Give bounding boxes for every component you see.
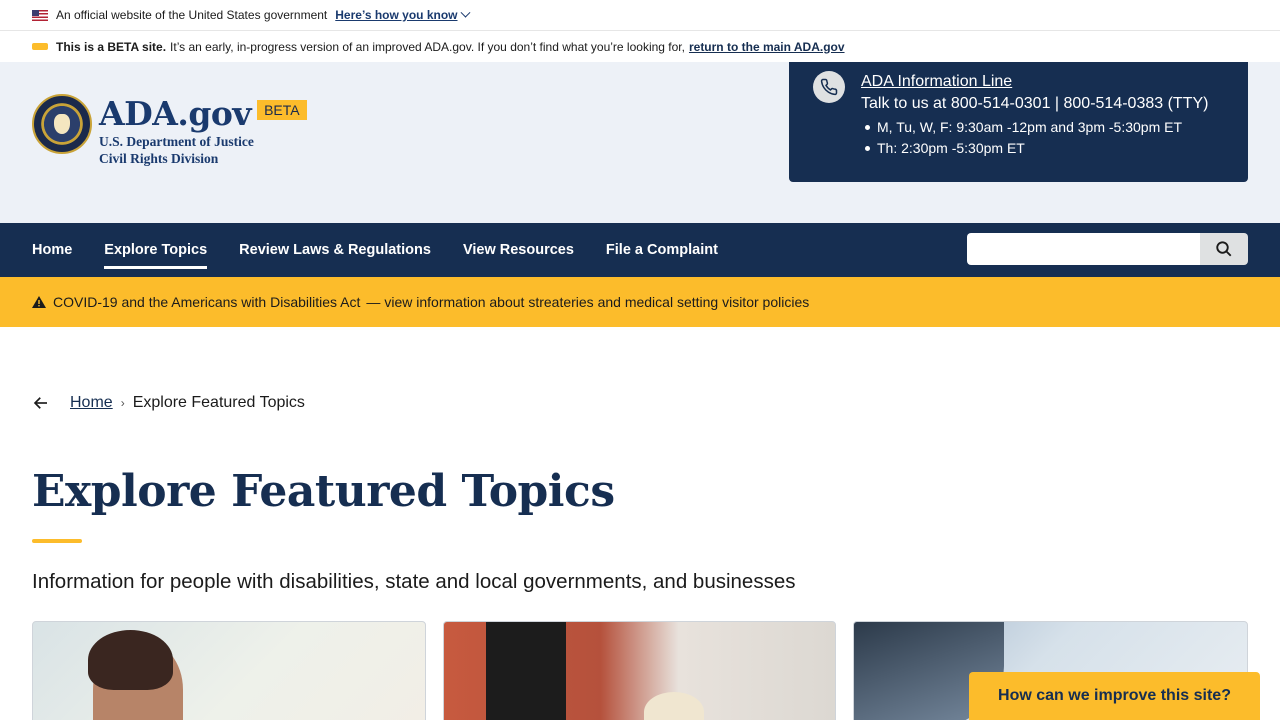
search-input[interactable] <box>967 233 1200 265</box>
dept-line-1: U.S. Department of Justice <box>99 134 254 149</box>
breadcrumb: Home › Explore Featured Topics <box>32 394 305 412</box>
chevron-down-icon <box>460 7 470 18</box>
dept-line-2: Civil Rights Division <box>99 151 219 166</box>
gov-banner-text: An official website of the United States… <box>56 8 328 22</box>
return-main-site-link[interactable]: return to the main ADA.gov <box>689 40 845 54</box>
breadcrumb-home-link[interactable]: Home <box>70 394 113 412</box>
how-you-know-label: Here’s how you know <box>335 8 458 22</box>
topic-card[interactable] <box>32 621 426 720</box>
beta-notice: This is a BETA site. It’s an early, in-p… <box>0 31 1280 62</box>
site-name: ADA.gov <box>99 94 252 133</box>
breadcrumb-current: Explore Featured Topics <box>132 394 305 411</box>
beta-notice-bold: This is a BETA site. <box>56 39 167 54</box>
chevron-right-icon: › <box>120 396 125 410</box>
nav-view-resources[interactable]: View Resources <box>463 223 574 277</box>
site-header: ADA.gov BETA U.S. Department of Justice … <box>0 62 1280 223</box>
feedback-button[interactable]: How can we improve this site? <box>969 672 1260 720</box>
warning-icon <box>32 296 46 308</box>
main-nav: Home Explore Topics Review Laws & Regula… <box>0 223 1280 277</box>
hours-list: M, Tu, W, F: 9:30am -12pm and 3pm -5:30p… <box>861 119 1208 156</box>
search-button[interactable] <box>1200 233 1248 265</box>
info-line-phone: Talk to us at 800-514-0301 | 800-514-038… <box>861 95 1209 112</box>
beta-notice-text: It’s an early, in-progress version of an… <box>170 39 685 54</box>
arrow-left-icon[interactable] <box>32 394 54 412</box>
title-accent-rule <box>32 539 82 543</box>
alert-title-link[interactable]: COVID-19 and the Americans with Disabili… <box>53 294 360 310</box>
search-form <box>967 233 1248 265</box>
info-line-box: ADA Information Line Talk to us at 800-5… <box>789 62 1248 182</box>
search-icon <box>1216 241 1232 257</box>
page-title: Explore Featured Topics <box>32 466 615 517</box>
covid-alert: COVID-19 and the Americans with Disabili… <box>0 277 1280 327</box>
nav-home[interactable]: Home <box>32 223 72 277</box>
nav-review-laws[interactable]: Review Laws & Regulations <box>239 223 431 277</box>
site-logo[interactable]: ADA.gov BETA U.S. Department of Justice … <box>32 94 307 167</box>
us-flag-icon <box>32 9 48 21</box>
doj-seal-icon <box>32 94 92 154</box>
info-line-link[interactable]: ADA Information Line <box>861 73 1208 91</box>
beta-tag: BETA <box>257 99 307 120</box>
gov-banner: An official website of the United States… <box>0 0 1280 31</box>
hours-item: Th: 2:30pm -5:30pm ET <box>861 140 1208 156</box>
page-subtitle: Information for people with disabilities… <box>32 570 796 593</box>
card-photo <box>486 622 566 720</box>
topic-card[interactable] <box>443 621 836 720</box>
hours-item: M, Tu, W, F: 9:30am -12pm and 3pm -5:30p… <box>861 119 1208 135</box>
alert-separator: — <box>366 294 381 310</box>
how-you-know-button[interactable]: Here’s how you know <box>335 7 470 22</box>
nav-file-complaint[interactable]: File a Complaint <box>606 223 718 277</box>
phone-icon <box>813 71 845 103</box>
beta-indicator-icon <box>32 43 48 50</box>
nav-explore-topics[interactable]: Explore Topics <box>104 223 207 277</box>
alert-text[interactable]: view information about streateries and m… <box>384 294 809 310</box>
